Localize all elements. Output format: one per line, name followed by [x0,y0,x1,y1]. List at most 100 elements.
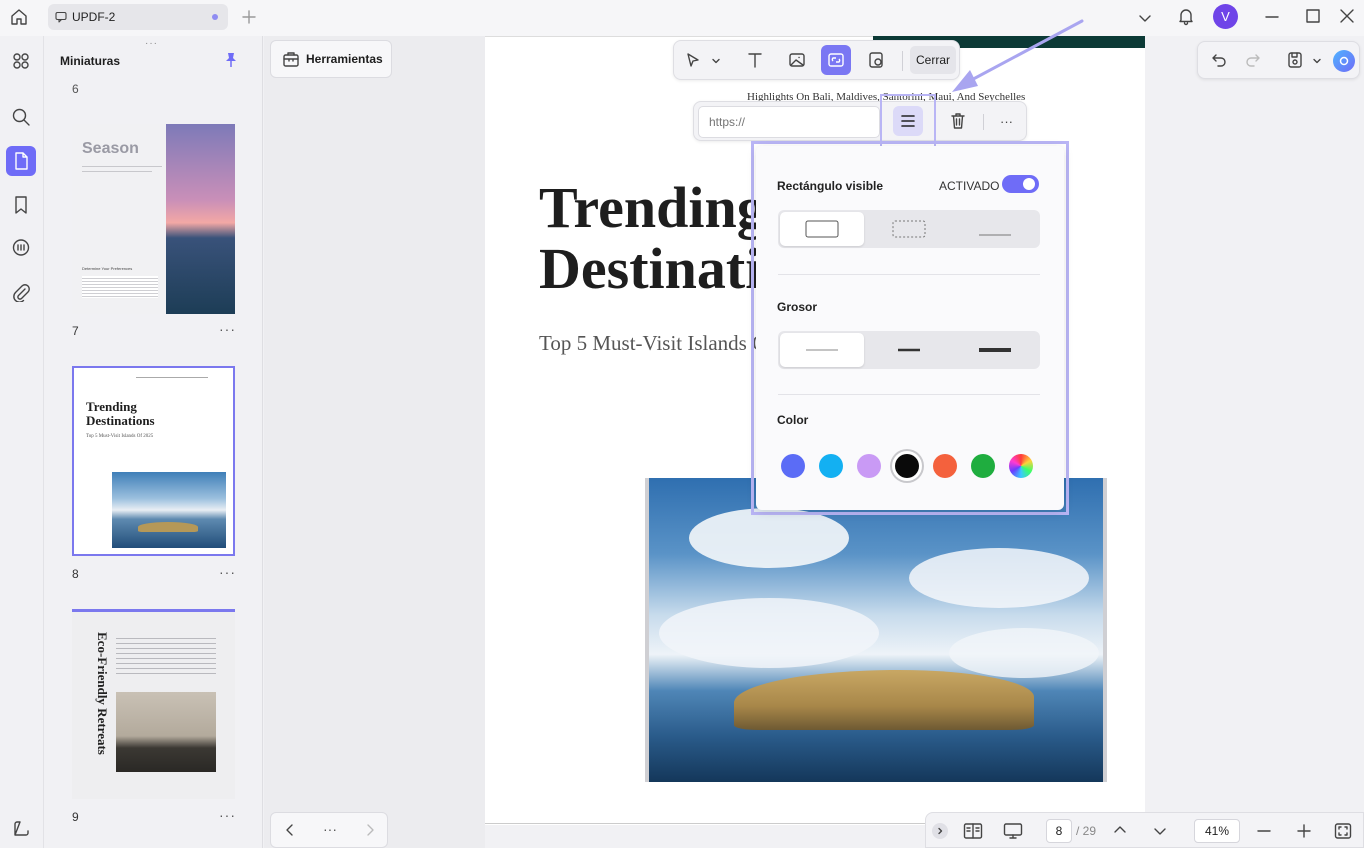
border-style-underline[interactable] [952,212,1038,246]
color-swatch-green[interactable] [971,454,995,478]
color-swatch-blue[interactable] [781,454,805,478]
bottom-bar: 8 / 29 41% [925,812,1364,848]
current-page-field[interactable]: 8 [1046,819,1072,843]
chevron-down-icon[interactable] [1312,56,1322,66]
shield-edit-icon [867,51,885,69]
link-style-button[interactable] [880,94,936,148]
rail-pages-button[interactable] [6,146,36,176]
dashed-rect-icon [892,220,926,238]
presentation-icon[interactable] [1003,822,1023,840]
maximize-icon[interactable] [1305,8,1321,24]
zoom-field[interactable]: 41% [1194,819,1240,843]
chevron-left-icon[interactable] [283,823,297,837]
rail-search-button[interactable] [6,102,36,132]
pin-icon[interactable] [223,52,239,68]
left-rail [0,36,44,848]
image-tool-button[interactable] [782,45,812,75]
toolbox-icon [282,50,300,68]
rail-thumbnails-button[interactable] [6,46,36,76]
thumb-8-subtitle: Top 5 Must-Visit Islands Of 2025 [86,434,154,439]
rail-attachments-button[interactable] [6,277,36,307]
right-area [1145,36,1364,848]
link-properties-bar: ··· [693,94,1027,148]
page-nav-more-button[interactable]: ··· [323,821,337,837]
rail-bookmarks-button[interactable] [6,190,36,220]
bell-icon[interactable] [1176,6,1196,26]
text-icon [746,51,764,69]
thickness-selector [778,331,1040,369]
chevron-down-icon[interactable] [1153,824,1167,838]
visible-rect-label: Rectángulo visible [777,179,884,193]
rail-layers-button[interactable] [6,814,36,844]
thumb-9-title-text: Eco-Friendly Retreats [95,632,110,755]
thickness-thick[interactable] [952,333,1038,367]
chevron-up-icon[interactable] [1113,823,1127,837]
thumb-8-island-image [112,472,226,548]
title-bar: UPDF-2 V [0,0,1364,36]
link-tool-button[interactable] [821,45,851,75]
tools-button[interactable]: Herramientas [270,40,392,78]
color-swatch-black[interactable] [895,454,919,478]
border-style-dashed[interactable] [866,212,952,246]
thickness-label: Grosor [777,300,818,314]
fit-page-icon[interactable] [1334,822,1352,840]
unsaved-dot-icon [212,14,218,20]
cloud [909,548,1089,608]
chevron-down-icon[interactable] [711,56,721,66]
more-options-button[interactable]: ··· [1000,114,1013,129]
new-tab-icon[interactable] [241,9,257,25]
page-9-more-button[interactable]: ··· [219,807,236,823]
thumbnail-page-9[interactable]: Eco-Friendly Retreats [72,609,235,799]
grid-icon [11,51,31,71]
url-input[interactable] [698,106,880,138]
chevron-down-icon[interactable] [1137,10,1153,26]
zoom-out-icon[interactable] [1257,824,1271,838]
collapse-button[interactable] [932,823,948,839]
rail-comments-button[interactable] [6,233,36,263]
link-icon [827,51,845,69]
save-button[interactable] [1280,45,1310,75]
color-swatch-orange[interactable] [933,454,957,478]
thumbnail-page-8[interactable]: Trending Destinations Top 5 Must-Visit I… [72,366,235,556]
comment-icon [11,238,31,258]
color-swatch-cyan[interactable] [819,454,843,478]
thumbnail-page-7[interactable]: Season Determine Your Preferences [72,124,235,314]
text-tool-button[interactable] [740,45,770,75]
page-7-more-button[interactable]: ··· [219,321,236,337]
border-style-solid[interactable] [780,212,864,246]
delete-link-button[interactable] [943,106,973,136]
page-number-7: 7 [72,324,79,338]
zoom-in-icon[interactable] [1297,824,1311,838]
page-layout-icon[interactable] [963,822,983,840]
select-tool-button[interactable] [678,45,708,75]
zoom-level: 41% [1204,824,1230,838]
popup-divider [778,394,1040,395]
visible-rect-toggle[interactable] [1002,175,1039,193]
page-nav-bar: ··· [270,812,388,848]
popup-divider [778,274,1040,275]
ai-assistant-icon[interactable] [1333,50,1355,72]
thumb-7-sunset-image [166,124,235,314]
thickness-thin[interactable] [780,333,864,367]
thickness-medium[interactable] [866,333,952,367]
undo-button[interactable] [1204,45,1234,75]
color-swatch-rainbow[interactable] [1009,454,1033,478]
thumb-7-heading: Determine Your Preferences [82,266,133,271]
menu-icon [899,112,917,130]
chevron-right-icon[interactable] [363,823,377,837]
page-number-6: 6 [72,82,79,96]
avatar[interactable]: V [1213,4,1238,29]
avatar-initial: V [1221,9,1230,24]
ocr-tool-button[interactable] [861,45,891,75]
undo-icon [1211,52,1227,68]
color-swatch-lilac[interactable] [857,454,881,478]
total-pages: / 29 [1076,824,1097,838]
close-window-icon[interactable] [1339,8,1355,24]
paperclip-icon [11,282,31,302]
panel-drag-handle[interactable]: ··· [145,38,158,49]
home-icon[interactable] [9,7,29,27]
page-8-more-button[interactable]: ··· [219,564,236,580]
minimize-icon[interactable] [1264,9,1280,25]
document-tab[interactable]: UPDF-2 [48,4,228,30]
redo-button[interactable] [1238,45,1268,75]
